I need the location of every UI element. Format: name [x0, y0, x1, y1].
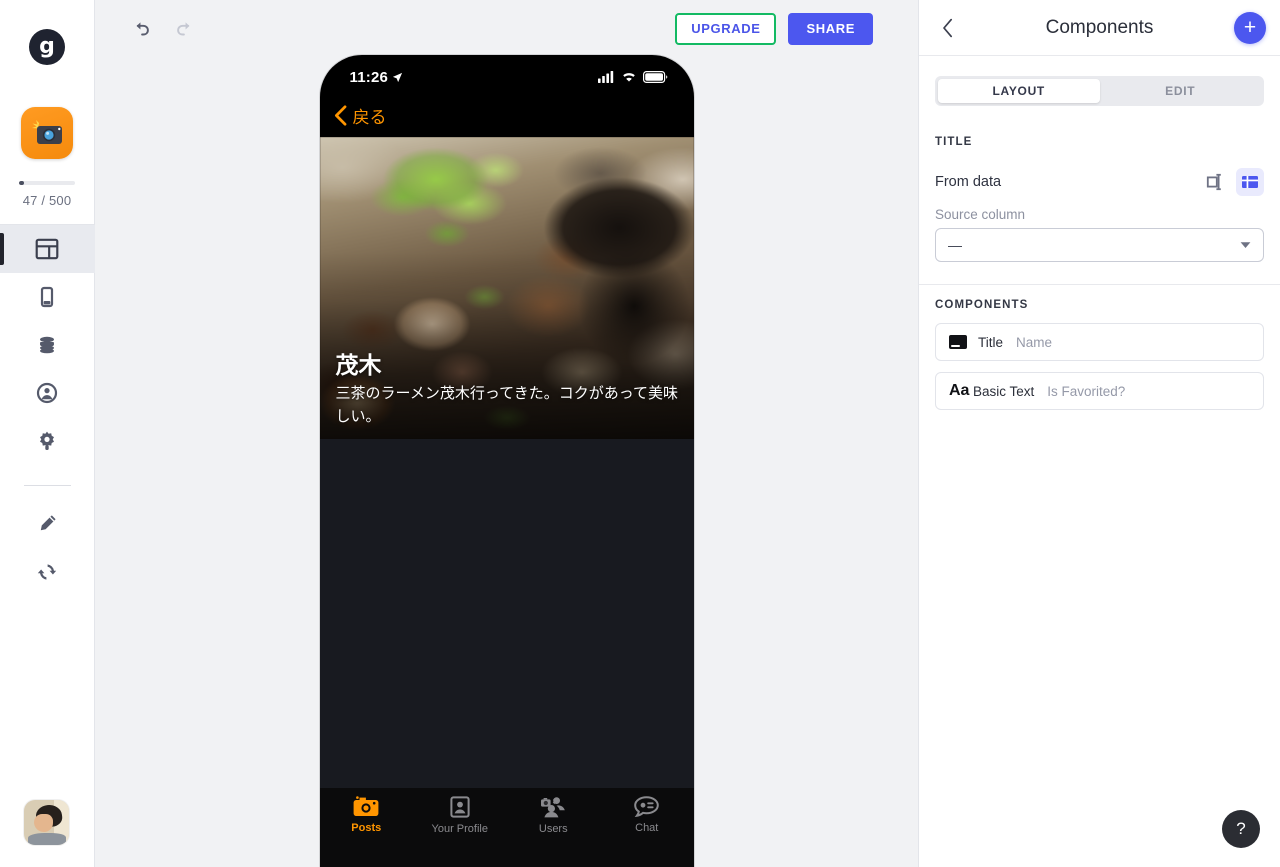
from-data-button[interactable] [1236, 168, 1264, 196]
layout-icon [35, 238, 59, 260]
canvas-area: UPGRADE SHARE 11:26 戻る 茂木 三茶のラーメン茂木行ってきた… [95, 0, 918, 867]
users-camera-icon [541, 797, 566, 818]
database-icon [40, 336, 54, 354]
post-hero-image[interactable]: 茂木 三茶のラーメン茂木行ってきた。コクがあって美味しい。 [319, 137, 694, 439]
user-avatar[interactable] [24, 800, 69, 845]
right-panel: Components + LAYOUT EDIT TITLE From data [918, 0, 1280, 867]
post-title: 茂木 [335, 352, 382, 379]
source-column-label: Source column [935, 207, 1026, 222]
redo-button[interactable] [169, 13, 201, 45]
component-name: Basic Text [973, 383, 1035, 399]
component-name: Title [978, 334, 1004, 350]
custom-value-icon [1206, 173, 1221, 191]
source-column-value: — [948, 237, 962, 253]
panel-back-button[interactable] [933, 13, 963, 43]
pencil-icon [40, 515, 56, 531]
undo-button[interactable] [125, 13, 157, 45]
brand-logo[interactable]: g [29, 29, 65, 65]
tab-posts[interactable]: Posts [320, 796, 414, 834]
chevron-left-icon [334, 104, 346, 126]
status-time-group: 11:26 [350, 69, 404, 86]
sidebar-item-users[interactable] [0, 369, 95, 417]
portrait-icon [450, 796, 470, 818]
panel-header: Components + [919, 0, 1280, 56]
component-value: Name [1016, 334, 1053, 350]
component-item-title[interactable]: Title Name [935, 323, 1264, 361]
from-data-row: From data [919, 168, 1280, 196]
sidebar-item-data[interactable] [0, 321, 95, 369]
post-description: 三茶のラーメン茂木行ってきた。コクがあって美味しい。 [335, 384, 678, 425]
history-buttons [125, 13, 201, 45]
battery-icon [642, 71, 667, 83]
tab-chat[interactable]: Chat [600, 796, 694, 834]
app-root: g 47 / 500 UPGRADE SHARE 11:26 戻る 茂木 三茶の… [0, 0, 1280, 867]
panel-title: Components [1045, 16, 1154, 38]
phone-content-body [319, 439, 694, 788]
sidebar-item-screens[interactable] [0, 273, 95, 321]
undo-icon [136, 21, 149, 35]
from-data-label: From data [935, 174, 1002, 190]
tab-label: Chat [635, 822, 659, 834]
user-circle-icon [36, 382, 58, 404]
left-sidebar: g 47 / 500 [0, 0, 95, 867]
component-value: Is Favorited? [1047, 383, 1126, 399]
phone-status-bar: 11:26 [320, 55, 694, 93]
redo-icon [177, 21, 190, 35]
components-section-heading: COMPONENTS [935, 299, 1029, 311]
camera-app-icon[interactable] [21, 107, 73, 159]
sidebar-divider [23, 485, 71, 486]
panel-divider [919, 284, 1280, 285]
title-section-heading: TITLE [935, 136, 973, 148]
sidebar-item-sync[interactable] [0, 548, 95, 596]
mobile-device-icon [40, 286, 54, 308]
chevron-left-icon [943, 18, 953, 37]
tab-your-profile[interactable]: Your Profile [413, 796, 507, 835]
aa-text-icon: Aa [949, 382, 970, 399]
components-list: Title Name Aa Basic Text Is Favorited? [919, 323, 1280, 410]
chevron-down-icon [1240, 236, 1251, 254]
location-arrow-icon [392, 72, 403, 82]
quota-text: 47 / 500 [22, 193, 72, 208]
share-button[interactable]: SHARE [788, 12, 873, 45]
cellular-signal-icon [597, 71, 613, 83]
tab-label: Your Profile [431, 823, 488, 835]
table-column-icon [1242, 176, 1258, 188]
phone-navbar: 戻る [320, 93, 694, 137]
wifi-icon [622, 73, 635, 82]
tab-label: Users [538, 823, 568, 835]
source-column-select[interactable]: — [935, 228, 1264, 262]
camera-icon [353, 796, 379, 816]
status-time: 11:26 [349, 68, 389, 86]
source-mode-toggle [1202, 168, 1264, 196]
quota-progress-bar [19, 181, 75, 185]
status-indicators [597, 71, 668, 83]
toolbar-actions: UPGRADE SHARE [675, 12, 873, 45]
sidebar-item-design[interactable] [0, 500, 95, 548]
refresh-sync-icon [37, 564, 57, 580]
sidebar-nav [0, 225, 95, 596]
title-block-icon [949, 335, 967, 349]
panel-tabs: LAYOUT EDIT [935, 76, 1264, 106]
tab-layout[interactable]: LAYOUT [938, 79, 1100, 103]
phone-tabbar: Posts Your Profile Users Chat [319, 788, 694, 867]
sidebar-item-settings[interactable] [0, 417, 95, 465]
sidebar-item-layout[interactable] [0, 225, 95, 273]
gear-icon [40, 431, 54, 450]
chat-bubble-icon [634, 796, 660, 817]
phone-preview: 11:26 戻る 茂木 三茶のラーメン茂木行ってきた。コクがあって美味しい。 P… [319, 55, 694, 867]
component-item-basic-text[interactable]: Aa Basic Text Is Favorited? [935, 372, 1264, 410]
tab-label: Posts [351, 822, 382, 834]
post-caption: 茂木 三茶のラーメン茂木行ってきた。コクがあって美味しい。 [336, 353, 680, 427]
add-component-button[interactable]: + [1234, 11, 1266, 44]
back-button[interactable]: 戻る [334, 103, 387, 128]
camera-app-glyph [32, 120, 62, 144]
quota-meter: 47 / 500 [19, 181, 75, 208]
back-label: 戻る [352, 107, 387, 128]
tab-users[interactable]: Users [507, 796, 601, 835]
help-button[interactable]: ? [1222, 810, 1260, 848]
upgrade-button[interactable]: UPGRADE [675, 12, 777, 45]
tab-edit[interactable]: EDIT [1100, 79, 1262, 103]
top-toolbar: UPGRADE SHARE [95, 0, 918, 57]
custom-value-button[interactable] [1202, 168, 1230, 196]
